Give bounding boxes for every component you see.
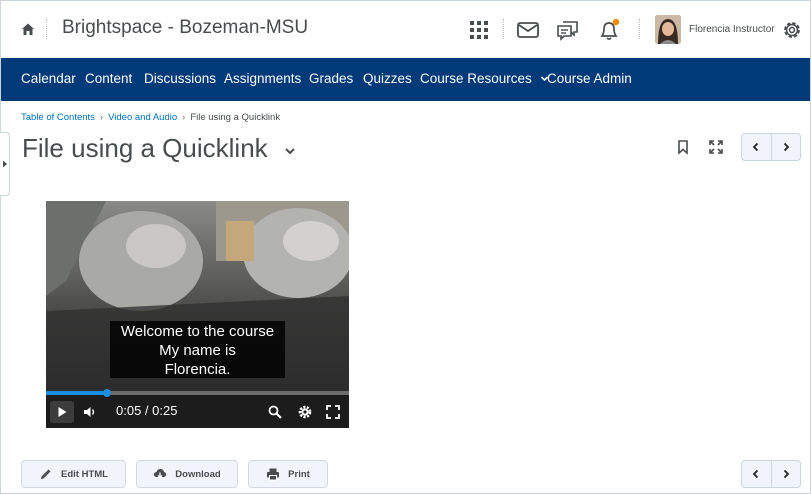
- chevron-down-icon[interactable]: [283, 144, 297, 158]
- chevron-right-icon: [783, 142, 790, 152]
- caption-line: My name is: [159, 342, 236, 359]
- search-icon[interactable]: [267, 404, 283, 420]
- nav-item-course-admin[interactable]: Course Admin: [547, 71, 632, 86]
- video-time: 0:05 / 0:25: [116, 403, 178, 418]
- chat-icon[interactable]: [555, 17, 581, 43]
- breadcrumb-link[interactable]: Table of Contents: [21, 112, 95, 123]
- pencil-icon: [41, 469, 51, 479]
- button-label: Print: [288, 468, 310, 480]
- toc-expand-tab[interactable]: [0, 132, 10, 196]
- grid-icon[interactable]: [466, 17, 492, 43]
- mail-icon[interactable]: [515, 17, 541, 43]
- org-title[interactable]: Brightspace - Bozeman-MSU: [62, 17, 308, 39]
- divider: [639, 19, 640, 39]
- nav-item-calendar[interactable]: Calendar: [21, 71, 76, 86]
- nav-item-grades[interactable]: Grades: [309, 71, 353, 86]
- play-button[interactable]: [50, 401, 74, 423]
- next-topic-button[interactable]: [770, 134, 801, 160]
- notification-badge: [612, 18, 620, 26]
- divider: [46, 19, 47, 39]
- chevron-left-icon: [752, 142, 759, 152]
- topic-nav-buttons: [741, 133, 801, 161]
- breadcrumb-current: File using a Quicklink: [190, 112, 281, 123]
- nav-item-discussions[interactable]: Discussions: [144, 71, 216, 86]
- chevron-right-icon: [3, 160, 7, 168]
- video-caption: Welcome to the course My name is Florenc…: [110, 321, 285, 378]
- button-label: Edit HTML: [61, 468, 108, 480]
- button-label: Download: [175, 468, 221, 480]
- progress-handle[interactable]: [102, 389, 111, 397]
- user-name[interactable]: Florencia Instructor: [689, 24, 775, 35]
- breadcrumb: Table of Contents › Video and Audio › File u…: [21, 112, 280, 123]
- caption-line: Florencia.: [164, 361, 231, 378]
- course-navbar: Calendar Content Discussions Assignments…: [1, 58, 810, 101]
- next-topic-button[interactable]: [770, 461, 801, 487]
- nav-item-content[interactable]: Content: [85, 71, 132, 86]
- chevron-right-icon: [783, 469, 790, 479]
- bell-icon[interactable]: [596, 17, 622, 43]
- divider: [503, 19, 504, 39]
- settings-icon[interactable]: [297, 404, 313, 420]
- topic-nav-buttons: [741, 460, 801, 488]
- print-button[interactable]: Print: [248, 460, 328, 488]
- fullscreen-icon[interactable]: [708, 139, 724, 155]
- progress-bar[interactable]: [46, 389, 349, 397]
- nav-item-label: Course Resources: [420, 71, 532, 86]
- breadcrumb-separator: ›: [182, 112, 186, 123]
- breadcrumb-separator: ›: [99, 112, 104, 123]
- printer-icon: [267, 468, 280, 481]
- video-controls: 0:05 / 0:25: [46, 389, 349, 428]
- page-title: File using a Quicklink: [22, 133, 268, 163]
- nav-item-assignments[interactable]: Assignments: [224, 71, 301, 86]
- previous-topic-button[interactable]: [742, 134, 771, 160]
- chevron-left-icon: [752, 469, 759, 479]
- caption-line: Welcome to the course: [120, 323, 275, 340]
- bookmark-icon[interactable]: [675, 139, 691, 155]
- previous-topic-button[interactable]: [742, 461, 771, 487]
- progress-fill: [46, 391, 107, 395]
- volume-icon[interactable]: [82, 404, 98, 420]
- fullscreen-icon[interactable]: [325, 404, 341, 420]
- cloud-download-icon: [154, 469, 167, 479]
- avatar[interactable]: [655, 15, 681, 44]
- nav-item-course-resources[interactable]: Course Resources: [420, 71, 549, 86]
- breadcrumb-link[interactable]: Video and Audio: [108, 112, 177, 123]
- edit-html-button[interactable]: Edit HTML: [21, 460, 126, 488]
- minibar: Brightspace - Bozeman-MSU Florencia Inst…: [1, 1, 810, 58]
- nav-item-quizzes[interactable]: Quizzes: [363, 71, 412, 86]
- gear-icon[interactable]: [779, 17, 805, 43]
- home-icon[interactable]: [19, 20, 37, 38]
- download-button[interactable]: Download: [136, 460, 238, 488]
- play-icon: [58, 407, 67, 417]
